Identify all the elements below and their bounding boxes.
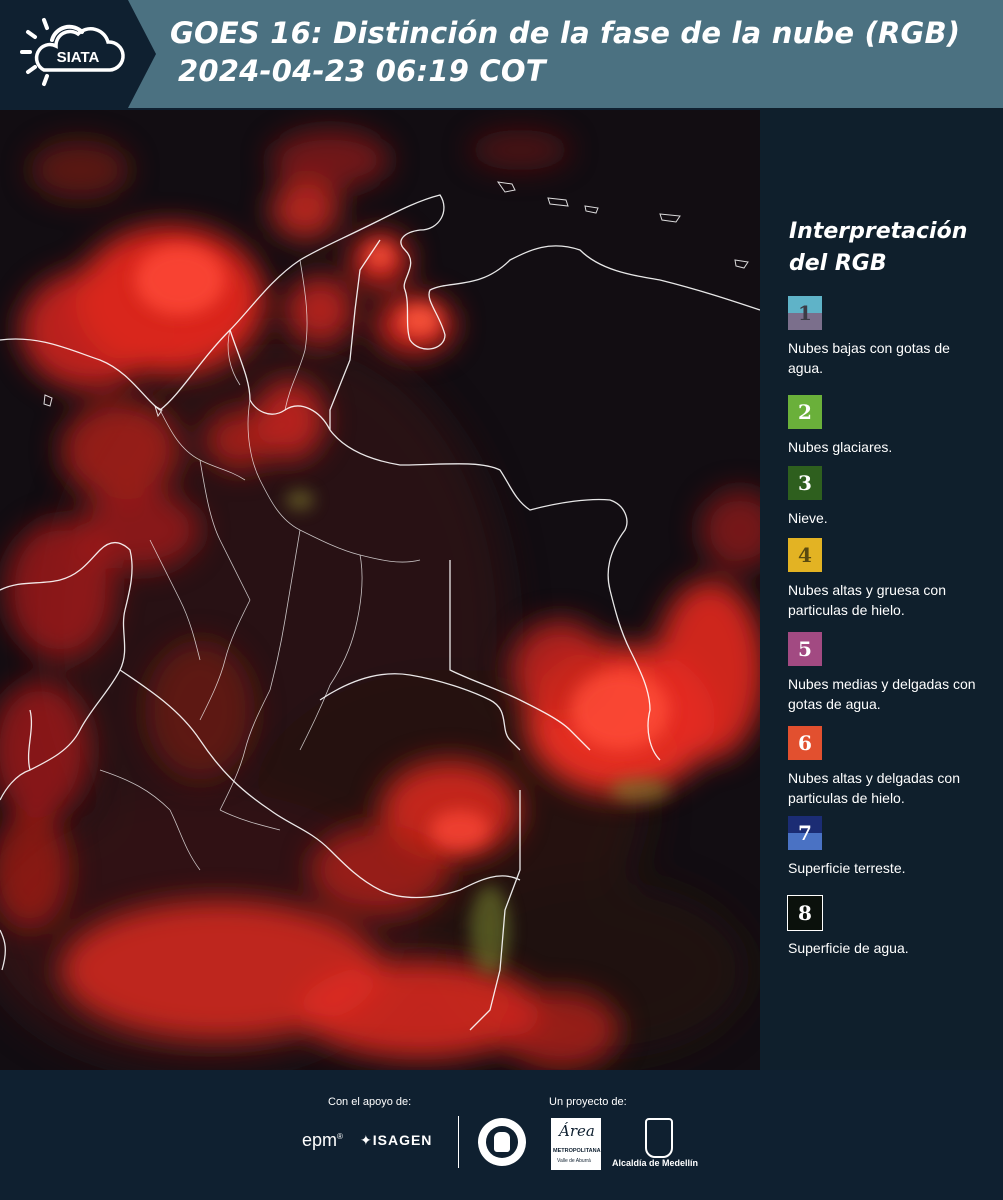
legend-label: Nieve. (788, 510, 828, 526)
legend-title-line-2: del RGB (789, 251, 887, 276)
support-label: Con el apoyo de: (328, 1096, 412, 1108)
legend-swatch-5: 5 (788, 632, 822, 666)
legend-title: Interpretación del RGB (789, 216, 967, 280)
legend-label: Nubes glaciares. (788, 439, 893, 455)
alcaldia-logo-text: Alcaldía de Medellín (612, 1158, 699, 1168)
header-bar: SIATA GOES 16: Distinción de la fase de … (0, 0, 1003, 108)
isagen-logo: ✦ISAGEN (360, 1132, 432, 1149)
area-logo-script: Área (559, 1122, 595, 1140)
area-metropolitana-logo: Área METROPOLITANA Valle de Aburrá (551, 1118, 601, 1170)
legend-swatch-2: 2 (788, 395, 822, 429)
legend-label: Nubes medias y delgadas con gotas de agu… (788, 676, 976, 712)
legend-label: Nubes altas y delgadas con particulas de… (788, 770, 960, 806)
legend-item-8: 8 Superficie de agua. (787, 895, 988, 958)
title-line-1: GOES 16: Distinción de la fase de la nub… (170, 16, 961, 50)
alcaldia-shield-icon (645, 1118, 673, 1158)
legend-swatch-number: 2 (798, 400, 812, 424)
legend-item-6: 6 Nubes altas y delgadas con particulas d… (788, 726, 988, 808)
legend-item-2: 2 Nubes glaciares. (788, 395, 988, 457)
siata-logo-text: SIATA (57, 49, 100, 66)
siata-logo: SIATA (0, 0, 160, 108)
title-line-2: 2024-04-23 06:19 COT (178, 54, 546, 88)
legend-swatch-number: 4 (798, 543, 812, 567)
epm-logo-text: epm (302, 1130, 338, 1150)
page-title: GOES 16: Distinción de la fase de la nub… (170, 14, 960, 90)
legend-item-3: 3 Nieve. (788, 466, 988, 528)
legend-swatch-number: 7 (798, 821, 812, 845)
footer-divider (458, 1116, 459, 1168)
legend-item-1: 1 Nubes bajas con gotas de agua. (788, 296, 988, 378)
legend-panel: Interpretación del RGB 1 Nubes bajas con … (760, 108, 1003, 1070)
legend-swatch-number: 6 (798, 731, 812, 755)
isagen-logo-text: ISAGEN (372, 1132, 433, 1148)
legend-title-line-1: Interpretación (789, 219, 968, 244)
legend-item-7: 7 Superficie terreste. (788, 816, 988, 878)
legend-item-4: 4 Nubes altas y gruesa con particulas de … (788, 538, 988, 620)
area-logo-sub: Valle de Aburrá (557, 1158, 591, 1164)
legend-swatch-number: 1 (798, 301, 812, 325)
legend-swatch-number: 3 (798, 471, 812, 495)
legend-swatch-6: 6 (788, 726, 822, 760)
legend-swatch-3: 3 (788, 466, 822, 500)
legend-swatch-number: 8 (798, 901, 812, 925)
university-seal-icon (478, 1118, 526, 1166)
epm-logo: epm® (302, 1130, 343, 1150)
satellite-map (0, 110, 760, 1070)
area-logo-name: METROPOLITANA (553, 1148, 601, 1154)
legend-label: Nubes bajas con gotas de agua. (788, 340, 950, 376)
legend-label: Nubes altas y gruesa con particulas de h… (788, 582, 946, 618)
legend-swatch-1: 1 (788, 296, 822, 330)
seal-hand-icon (494, 1132, 510, 1152)
legend-swatch-8: 8 (787, 895, 823, 931)
legend-label: Superficie terreste. (788, 860, 906, 876)
legend-swatch-4: 4 (788, 538, 822, 572)
legend-swatch-7: 7 (788, 816, 822, 850)
project-label: Un proyecto de: (549, 1096, 627, 1108)
legend-label: Superficie de agua. (788, 940, 909, 956)
legend-swatch-number: 5 (798, 637, 812, 661)
isagen-mark-icon: ✦ (360, 1132, 373, 1148)
footer: Con el apoyo de: Un proyecto de: epm® ✦I… (0, 1070, 1003, 1200)
legend-item-5: 5 Nubes medias y delgadas con gotas de ag… (788, 632, 988, 714)
